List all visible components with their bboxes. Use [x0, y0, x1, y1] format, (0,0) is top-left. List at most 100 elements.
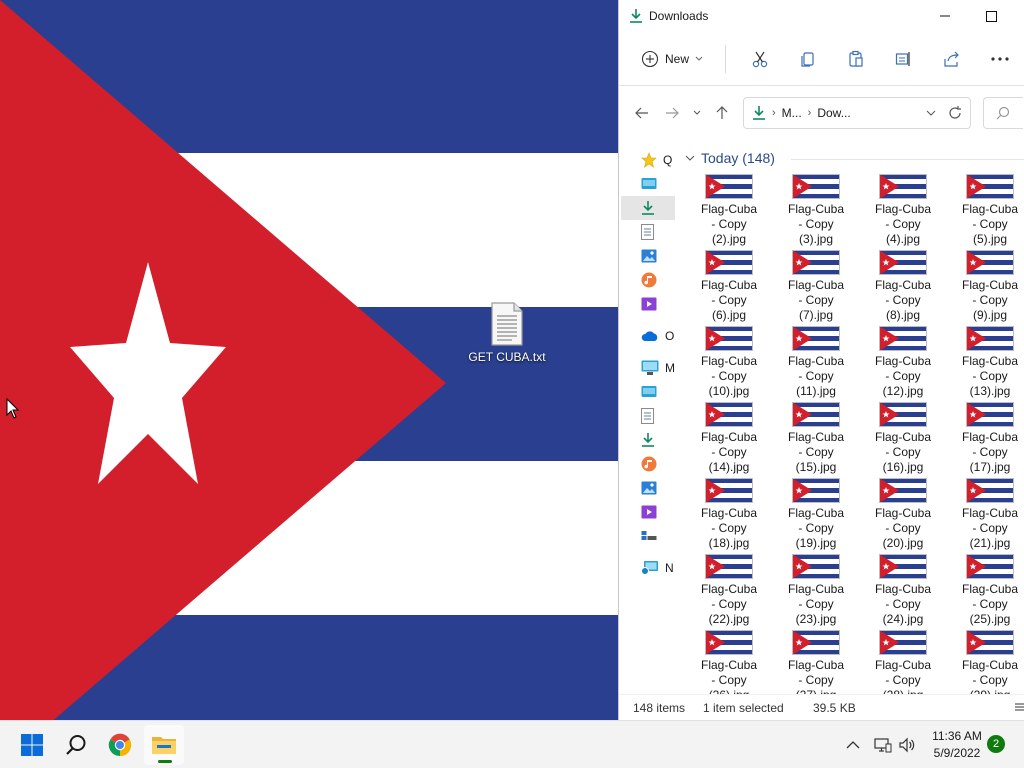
details-view-icon[interactable] — [1015, 703, 1024, 713]
file-item[interactable]: Flag-Cuba - Copy (4).jpg — [863, 174, 943, 247]
nav-item[interactable] — [621, 292, 675, 316]
file-item[interactable]: Flag-Cuba - Copy (23).jpg — [776, 554, 856, 627]
copy-button[interactable] — [784, 43, 832, 75]
nav-item[interactable]: N — [621, 556, 675, 580]
nav-item[interactable] — [621, 268, 675, 292]
file-item[interactable]: Flag-Cuba - Copy (25).jpg — [950, 554, 1024, 627]
more-options-button[interactable] — [976, 43, 1024, 75]
breadcrumb-item[interactable]: Dow... — [817, 106, 850, 120]
cut-button[interactable] — [736, 43, 784, 75]
address-bar[interactable]: › M... › Dow... — [743, 97, 971, 129]
drive-icon — [641, 530, 657, 542]
nav-item[interactable] — [621, 428, 675, 452]
file-item[interactable]: Flag-Cuba - Copy (5).jpg — [950, 174, 1024, 247]
image-thumbnail-icon — [950, 250, 1024, 275]
maximize-button[interactable] — [968, 0, 1014, 32]
file-item[interactable]: Flag-Cuba- Copy(29).jpg — [950, 630, 1024, 694]
file-item[interactable]: Flag-Cuba - Copy (11).jpg — [776, 326, 856, 399]
chrome-taskbar-button[interactable] — [100, 725, 140, 765]
file-item[interactable]: Flag-Cuba - Copy (18).jpg — [689, 478, 769, 551]
nav-item[interactable] — [621, 500, 675, 524]
paste-button[interactable] — [832, 43, 880, 75]
file-item[interactable]: Flag-Cuba - Copy (22).jpg — [689, 554, 769, 627]
new-button-label: New — [665, 51, 690, 66]
file-item[interactable]: Flag-Cuba - Copy (20).jpg — [863, 478, 943, 551]
file-name-line: - Copy — [798, 445, 834, 459]
up-button[interactable] — [707, 98, 737, 128]
file-item[interactable]: Flag-Cuba - Copy (17).jpg — [950, 402, 1024, 475]
file-name-line: - Copy — [798, 293, 834, 307]
breadcrumb-item[interactable]: M... — [782, 106, 802, 120]
file-item[interactable]: Flag-Cuba - Copy (6).jpg — [689, 250, 769, 323]
share-button[interactable] — [928, 43, 976, 75]
network-status-button[interactable] — [874, 721, 892, 768]
file-item[interactable]: Flag-Cuba - Copy (24).jpg — [863, 554, 943, 627]
search-button[interactable] — [56, 725, 96, 765]
file-item[interactable]: Flag-Cuba - Copy (19).jpg — [776, 478, 856, 551]
search-box[interactable] — [983, 97, 1023, 129]
file-explorer-taskbar-button[interactable] — [144, 725, 184, 765]
nav-item[interactable] — [621, 172, 675, 196]
volume-button[interactable] — [898, 721, 916, 768]
recent-locations-button[interactable] — [687, 98, 707, 128]
nav-item[interactable]: O — [621, 324, 675, 348]
explorer-body: QOMN Today (148) Flag-Cuba - Copy (2).jpg F… — [619, 142, 1024, 694]
group-header[interactable]: Today (148) — [685, 150, 775, 166]
nav-item[interactable] — [621, 244, 675, 268]
refresh-icon[interactable] — [948, 105, 962, 121]
minimize-button[interactable] — [922, 0, 968, 32]
nav-item-label: N — [665, 561, 674, 575]
file-item[interactable]: Flag-Cuba - Copy (21).jpg — [950, 478, 1024, 551]
nav-item[interactable] — [621, 380, 675, 404]
nav-item[interactable] — [621, 220, 675, 244]
file-item[interactable]: Flag-Cuba - Copy (16).jpg — [863, 402, 943, 475]
search-icon — [996, 106, 1010, 120]
file-explorer-window: Downloads New › M... › Dow... Q O M N To… — [618, 0, 1024, 720]
documents-icon — [641, 408, 654, 424]
rename-button[interactable] — [880, 43, 928, 75]
pictures-icon — [641, 481, 657, 495]
file-name-line: Flag-Cuba — [787, 430, 845, 444]
file-item[interactable]: Flag-Cuba - Copy (7).jpg — [776, 250, 856, 323]
file-item[interactable]: Flag-Cuba - Copy (12).jpg — [863, 326, 943, 399]
image-thumbnail-icon — [863, 630, 943, 655]
file-item[interactable]: Flag-Cuba - Copy (9).jpg — [950, 250, 1024, 323]
nav-item[interactable]: M — [621, 356, 675, 380]
forward-button[interactable] — [657, 98, 687, 128]
chevron-down-icon[interactable] — [926, 106, 936, 120]
file-item[interactable]: Flag-Cuba- Copy(28).jpg — [863, 630, 943, 694]
notification-badge[interactable]: 2 — [987, 735, 1005, 753]
nav-item[interactable] — [621, 452, 675, 476]
file-name-line: - Copy — [711, 521, 747, 535]
back-button[interactable] — [627, 98, 657, 128]
file-item[interactable]: Flag-Cuba- Copy(26).jpg — [689, 630, 769, 694]
file-item[interactable]: Flag-Cuba - Copy (15).jpg — [776, 402, 856, 475]
nav-item[interactable] — [621, 196, 675, 220]
file-name-line: Flag-Cuba — [787, 506, 845, 520]
start-button[interactable] — [12, 725, 52, 765]
file-name-line: - Copy — [711, 217, 747, 231]
desktop-file-icon[interactable]: GET CUBA.txt — [468, 302, 546, 364]
nav-item[interactable] — [621, 476, 675, 500]
chevron-down-icon — [685, 155, 695, 161]
file-item[interactable]: Flag-Cuba - Copy (3).jpg — [776, 174, 856, 247]
file-item[interactable]: Flag-Cuba - Copy (10).jpg — [689, 326, 769, 399]
file-name-line: Flag-Cuba — [961, 354, 1019, 368]
file-item[interactable]: Flag-Cuba - Copy (13).jpg — [950, 326, 1024, 399]
share-icon — [944, 51, 959, 67]
file-item[interactable]: Flag-Cuba - Copy (8).jpg — [863, 250, 943, 323]
separator — [725, 44, 727, 73]
clock[interactable]: 11:36 AM 5/9/2022 — [926, 728, 988, 762]
file-item[interactable]: Flag-Cuba - Copy (14).jpg — [689, 402, 769, 475]
file-item[interactable]: Flag-Cuba- Copy(27).jpg — [776, 630, 856, 694]
file-name-line: Flag-Cuba — [874, 278, 932, 292]
breadcrumb-separator: › — [772, 107, 776, 119]
nav-item[interactable] — [621, 524, 675, 548]
show-hidden-icons-button[interactable] — [846, 721, 860, 768]
file-name-line: - Copy — [885, 521, 921, 535]
nav-item[interactable] — [621, 404, 675, 428]
new-button[interactable]: New — [633, 43, 711, 75]
file-item[interactable]: Flag-Cuba - Copy (2).jpg — [689, 174, 769, 247]
nav-item[interactable]: Q — [621, 148, 675, 172]
scissors-icon — [752, 51, 768, 67]
